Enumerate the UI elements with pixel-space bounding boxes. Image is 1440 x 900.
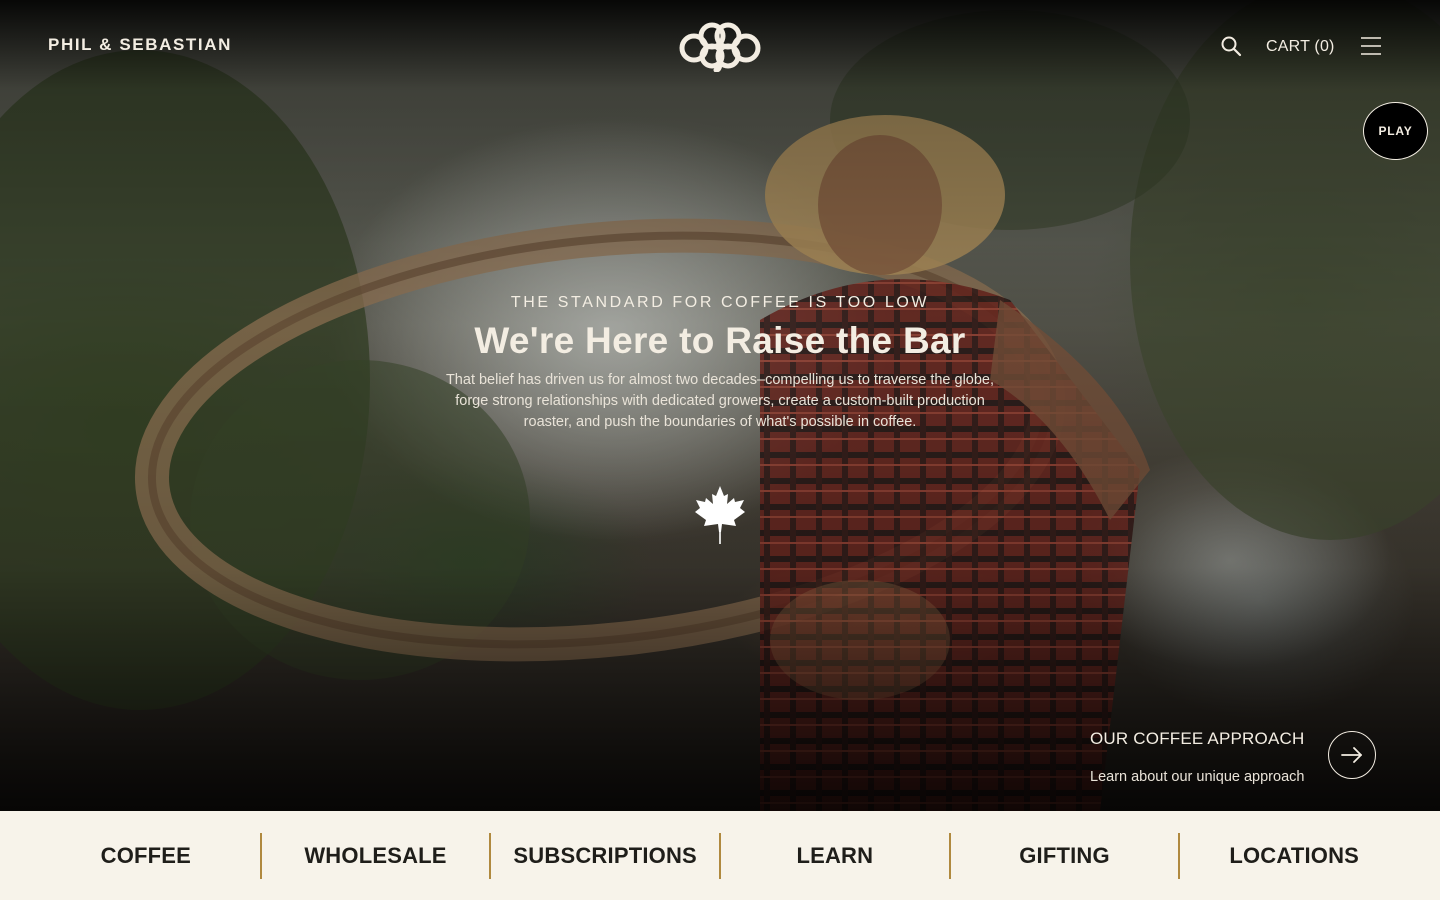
site-header: PHIL & SEBASTIAN CART (0) [0, 0, 1440, 90]
maple-leaf-icon [695, 486, 745, 544]
search-icon[interactable] [1220, 35, 1242, 57]
nav-item-gifting[interactable]: GIFTING [951, 833, 1179, 879]
cart-link[interactable]: CART (0) [1266, 38, 1335, 56]
hero-body-text: That belief has driven us for almost two… [445, 372, 995, 430]
nav-item-locations[interactable]: LOCATIONS [1180, 833, 1408, 879]
nav-item-subscriptions[interactable]: SUBSCRIPTIONS [491, 833, 719, 879]
brand-wordmark[interactable]: PHIL & SEBASTIAN [48, 35, 232, 55]
approach-subtitle[interactable]: Learn about our unique approach [1090, 769, 1304, 785]
play-video-button[interactable]: PLAY [1363, 102, 1428, 160]
interlocking-knot-logo-icon[interactable] [676, 18, 764, 72]
hero-headline: We're Here to Raise the Bar [474, 320, 966, 361]
approach-arrow-button[interactable] [1328, 731, 1376, 779]
nav-item-wholesale[interactable]: WHOLESALE [262, 833, 490, 879]
approach-title[interactable]: OUR COFFEE APPROACH [1090, 729, 1304, 749]
nav-item-learn[interactable]: LEARN [721, 833, 949, 879]
primary-category-nav: COFFEE WHOLESALE SUBSCRIPTIONS LEARN GIF… [0, 811, 1440, 900]
hero-eyebrow: THE STANDARD FOR COFFEE IS TOO LOW [510, 294, 930, 311]
hamburger-menu-icon[interactable] [1360, 36, 1382, 56]
arrow-right-icon [1341, 747, 1362, 763]
nav-item-coffee[interactable]: COFFEE [32, 833, 260, 879]
